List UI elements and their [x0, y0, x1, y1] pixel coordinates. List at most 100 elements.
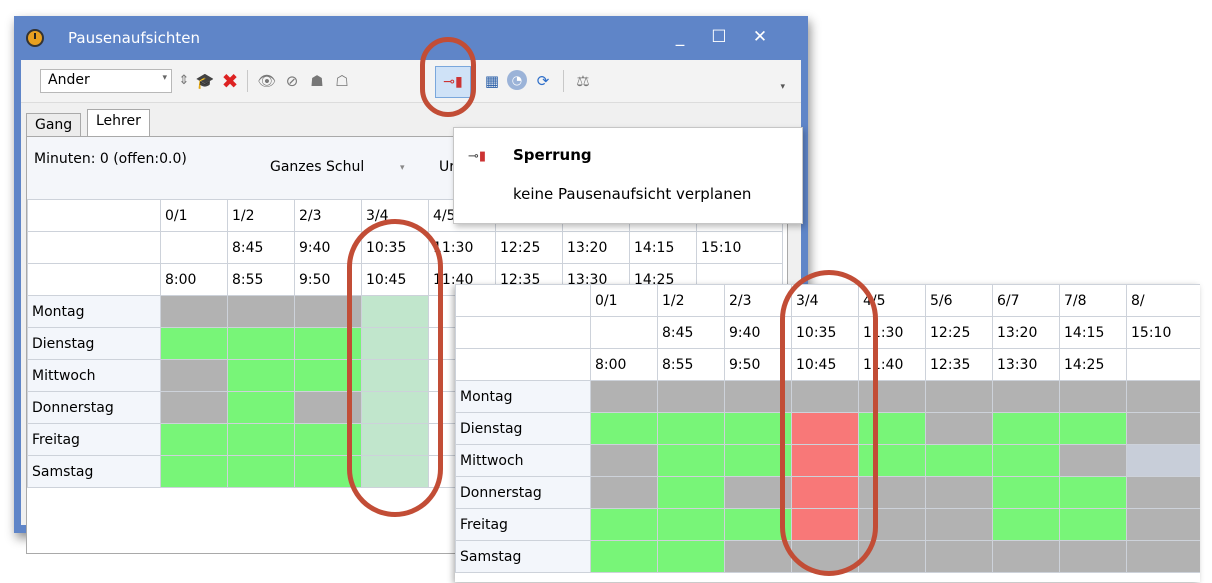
refresh-icon[interactable]: ⟳ — [532, 70, 554, 92]
slot-cell[interactable] — [294, 455, 362, 488]
slot-cell[interactable] — [992, 508, 1060, 541]
slot-cell[interactable] — [657, 540, 725, 573]
slot-cell[interactable] — [791, 444, 859, 477]
slot-cell[interactable] — [724, 380, 792, 413]
slot-cell[interactable] — [791, 380, 859, 413]
slot-cell[interactable] — [227, 455, 295, 488]
slot-cell[interactable] — [925, 412, 993, 445]
slot-cell[interactable] — [590, 508, 658, 541]
calculator-icon[interactable]: ▦ — [481, 70, 503, 92]
slot-cell[interactable] — [791, 476, 859, 509]
slot-cell[interactable] — [1126, 476, 1200, 509]
slot-cell[interactable] — [724, 508, 792, 541]
toolbar-overflow-icon[interactable]: ▾ — [780, 82, 785, 92]
clock-icon[interactable]: ◔ — [507, 70, 527, 90]
slot-cell[interactable] — [294, 295, 362, 328]
slot-cell[interactable] — [590, 476, 658, 509]
slot-cell[interactable] — [227, 327, 295, 360]
slot-cell[interactable] — [590, 412, 658, 445]
slot-cell[interactable] — [858, 476, 926, 509]
slot-cell[interactable] — [992, 380, 1060, 413]
sort-icon[interactable]: ⇕ — [173, 70, 195, 92]
slot-cell[interactable] — [925, 540, 993, 573]
maximize-button[interactable]: ☐ — [704, 24, 734, 50]
eye-icon[interactable]: 👁 — [256, 70, 278, 92]
slot-cell[interactable] — [294, 327, 362, 360]
slot-cell[interactable] — [227, 391, 295, 424]
slot-cell[interactable] — [1059, 508, 1127, 541]
slot-cell[interactable] — [160, 327, 228, 360]
slot-cell[interactable] — [294, 423, 362, 456]
slot-cell[interactable] — [992, 476, 1060, 509]
tab-gang[interactable]: Gang — [26, 113, 82, 137]
slot-cell[interactable] — [724, 540, 792, 573]
slot-cell[interactable] — [160, 455, 228, 488]
slot-cell[interactable] — [858, 444, 926, 477]
slot-cell[interactable] — [590, 540, 658, 573]
scope-select[interactable]: Ganzes Schul — [270, 159, 364, 175]
slot-cell[interactable] — [1126, 540, 1200, 573]
slot-cell[interactable] — [160, 359, 228, 392]
slot-cell[interactable] — [1126, 444, 1200, 477]
slot-cell[interactable] — [657, 412, 725, 445]
slot-cell[interactable] — [724, 476, 792, 509]
slot-cell[interactable] — [992, 412, 1060, 445]
slot-cell[interactable] — [791, 540, 859, 573]
teacher-hat-icon[interactable]: 🎓 — [194, 70, 216, 92]
slot-cell[interactable] — [791, 508, 859, 541]
slot-cell[interactable] — [160, 391, 228, 424]
slot-cell[interactable] — [294, 359, 362, 392]
tab-lehrer[interactable]: Lehrer — [87, 109, 150, 138]
slot-cell[interactable] — [361, 423, 429, 456]
slot-cell[interactable] — [227, 359, 295, 392]
slot-cell[interactable] — [160, 423, 228, 456]
minimize-button[interactable]: _ — [665, 24, 695, 50]
slot-cell[interactable] — [858, 412, 926, 445]
slot-cell[interactable] — [724, 412, 792, 445]
slot-cell[interactable] — [361, 391, 429, 424]
people-icon[interactable]: ☗ — [306, 70, 328, 92]
slot-cell[interactable] — [925, 476, 993, 509]
slot-cell[interactable] — [1126, 412, 1200, 445]
slot-cell[interactable] — [858, 540, 926, 573]
slot-cell[interactable] — [294, 391, 362, 424]
slot-cell[interactable] — [1059, 476, 1127, 509]
slot-cell[interactable] — [227, 423, 295, 456]
slot-cell[interactable] — [992, 540, 1060, 573]
balance-icon[interactable]: ⚖ — [572, 70, 594, 92]
slot-cell[interactable] — [657, 380, 725, 413]
slot-cell[interactable] — [361, 295, 429, 328]
slot-cell[interactable] — [361, 455, 429, 488]
slot-cell[interactable] — [925, 380, 993, 413]
slot-cell[interactable] — [227, 295, 295, 328]
slot-cell[interactable] — [858, 508, 926, 541]
title-bar[interactable]: Pausenaufsichten _ ☐ ✕ — [14, 16, 808, 60]
people-gray-icon[interactable]: ☖ — [331, 70, 353, 92]
slot-cell[interactable] — [1126, 380, 1200, 413]
slot-cell[interactable] — [361, 359, 429, 392]
slot-cell[interactable] — [361, 327, 429, 360]
slot-cell[interactable] — [590, 380, 658, 413]
slot-cell[interactable] — [160, 295, 228, 328]
slot-cell[interactable] — [925, 508, 993, 541]
slot-cell[interactable] — [992, 444, 1060, 477]
chevron-down-icon[interactable]: ▾ — [400, 163, 405, 173]
delete-icon[interactable]: ✖ — [219, 70, 241, 92]
lock-icon[interactable]: ⊸▮ — [435, 66, 471, 98]
slot-cell[interactable] — [1059, 380, 1127, 413]
slot-cell[interactable] — [657, 508, 725, 541]
eye-hidden-icon[interactable]: ⊘ — [281, 70, 303, 92]
slot-cell[interactable] — [657, 476, 725, 509]
slot-cell[interactable] — [590, 444, 658, 477]
slot-cell[interactable] — [1059, 412, 1127, 445]
slot-cell[interactable] — [1059, 540, 1127, 573]
slot-cell[interactable] — [925, 444, 993, 477]
close-button[interactable]: ✕ — [745, 24, 775, 50]
slot-cell[interactable] — [724, 444, 792, 477]
slot-cell[interactable] — [1059, 444, 1127, 477]
teacher-select[interactable]: Ander ▾ — [40, 69, 172, 93]
slot-cell[interactable] — [1126, 508, 1200, 541]
slot-cell[interactable] — [858, 380, 926, 413]
slot-cell[interactable] — [657, 444, 725, 477]
slot-cell[interactable] — [791, 412, 859, 445]
